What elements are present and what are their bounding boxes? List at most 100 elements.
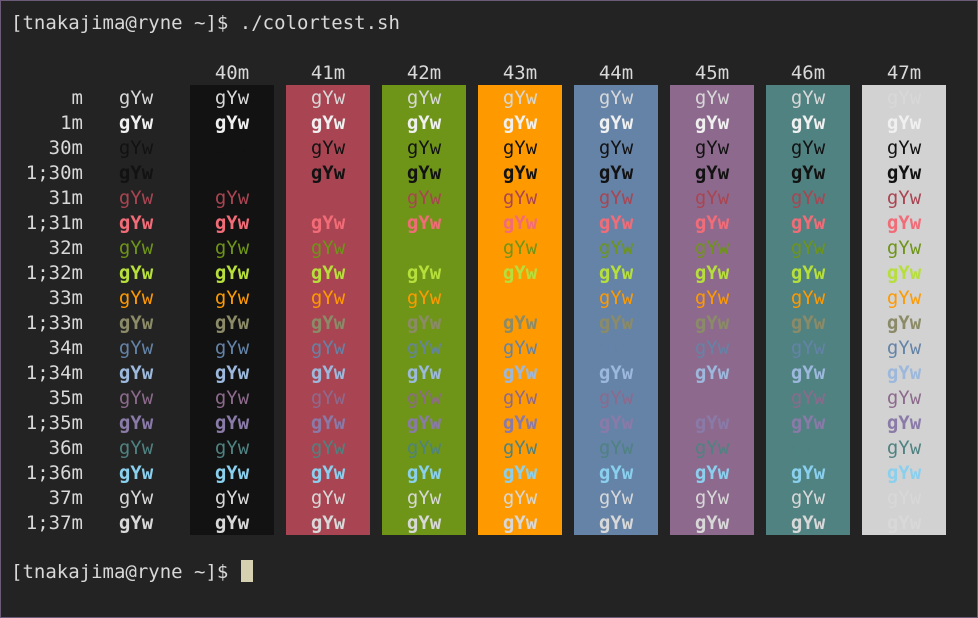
sample-cell: gYw [886,187,922,209]
sample-cell: gYw [886,262,922,284]
sample-cell: gYw [598,412,634,434]
sample-cell: gYw [310,387,346,409]
sample-cell: gYw [886,137,922,159]
shell-prompt: [tnakajima@ryne ~]$ [11,561,240,583]
sample-cell: gYw [790,462,826,484]
sample-cell: gYw [694,512,730,534]
sample-cell: gYw [118,437,154,459]
sample-cell: gYw [790,412,826,434]
terminal-window[interactable]: [tnakajima@ryne ~]$ ./colortest.sh 40m 41… [0,0,978,618]
sample-cell: gYw [310,237,346,259]
sample-cell: gYw [694,462,730,484]
sample-cell: gYw [406,137,442,159]
row-label: 1;32m [25,262,83,284]
sample-cell: gYw [406,437,442,459]
sample-cell: gYw [502,362,538,384]
sample-cell: gYw [214,337,250,359]
column-header: 40m [214,62,250,84]
sample-cell: gYw [694,87,730,109]
row-label: 1;35m [25,412,83,434]
sample-cell: gYw [502,487,538,509]
row-label: 1;36m [25,462,83,484]
sample-cell: gYw [406,237,442,259]
sample-cell: gYw [502,262,538,284]
row-label: 32m [48,237,83,259]
sample-cell: gYw [598,437,634,459]
sample-cell: gYw [118,337,154,359]
sample-cell: gYw [886,512,922,534]
row-label: 33m [48,287,83,309]
sample-cell: gYw [502,137,538,159]
sample-cell: gYw [118,312,154,334]
sample-cell: gYw [502,212,538,234]
sample-cell: gYw [502,87,538,109]
sample-cell: gYw [790,262,826,284]
sample-cell: gYw [118,287,154,309]
sample-cell: gYw [214,187,250,209]
sample-cell: gYw [790,187,826,209]
sample-cell: gYw [502,112,538,134]
sample-cell: gYw [790,437,826,459]
row-label: 1m [60,112,83,134]
sample-cell: gYw [694,387,730,409]
sample-cell: gYw [694,412,730,434]
sample-cell: gYw [214,362,250,384]
sample-cell: gYw [790,337,826,359]
sample-cell: gYw [598,137,634,159]
sample-cell: gYw [310,312,346,334]
sample-cell: gYw [886,87,922,109]
sample-cell: gYw [790,137,826,159]
sample-cell: gYw [886,462,922,484]
row-label: 1;30m [25,162,83,184]
row-label: 1;34m [25,362,83,384]
sample-cell: gYw [598,237,634,259]
sample-cell: gYw [598,287,634,309]
sample-cell: gYw [502,162,538,184]
sample-cell: gYw [598,87,634,109]
row-label: 37m [48,487,83,509]
sample-cell: gYw [406,287,442,309]
sample-cell: gYw [790,162,826,184]
sample-cell: gYw [118,162,154,184]
sample-cell: gYw [118,462,154,484]
row-label: 35m [48,387,83,409]
prompt-line[interactable]: [tnakajima@ryne ~]$ [11,560,253,585]
sample-cell: gYw [406,312,442,334]
sample-cell: gYw [406,387,442,409]
sample-cell: gYw [118,512,154,534]
shell-prompt: [tnakajima@ryne ~]$ [11,12,240,34]
sample-cell: gYw [118,412,154,434]
sample-cell: gYw [502,287,538,309]
sample-cell: gYw [310,262,346,284]
sample-cell: gYw [406,362,442,384]
sample-cell: gYw [598,262,634,284]
sample-cell: gYw [694,212,730,234]
sample-cell: gYw [886,387,922,409]
sample-cell: gYw [214,487,250,509]
sample-cell: gYw [790,312,826,334]
sample-cell: gYw [118,237,154,259]
row-label: m [71,87,83,109]
sample-cell: gYw [598,487,634,509]
sample-cell: gYw [118,87,154,109]
sample-cell: gYw [406,187,442,209]
sample-cell: gYw [598,337,634,359]
sample-cell: gYw [694,237,730,259]
sample-cell: gYw [790,487,826,509]
sample-cell: gYw [598,187,634,209]
sample-cell: gYw [214,512,250,534]
sample-cell: gYw [310,412,346,434]
column-header: 46m [790,62,826,84]
sample-cell: gYw [406,262,442,284]
sample-cell: gYw [790,87,826,109]
sample-cell: gYw [598,387,634,409]
sample-cell: gYw [502,412,538,434]
text-cursor [240,560,253,582]
sample-cell: gYw [694,437,730,459]
sample-cell: gYw [502,187,538,209]
sample-cell: gYw [406,112,442,134]
row-label: 30m [48,137,83,159]
sample-cell: gYw [118,262,154,284]
sample-cell: gYw [694,262,730,284]
command-text: ./colortest.sh [239,12,400,34]
